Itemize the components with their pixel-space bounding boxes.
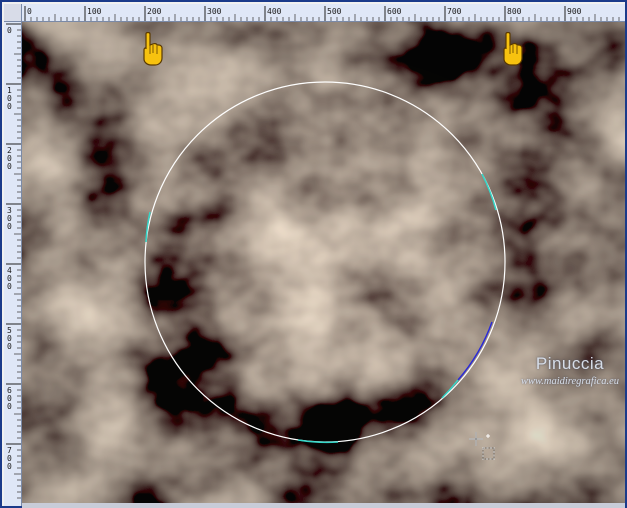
selection-marquee-segment — [145, 211, 151, 243]
selection-marquee-segment — [457, 321, 493, 381]
horizontal-ruler-ticks: 0 100 200 300 400 500 600 700 800 900 — [24, 6, 620, 21]
ruler-label: 0 — [7, 26, 12, 35]
ruler-label: 600 — [387, 7, 402, 16]
ruler-label: 0 — [7, 402, 12, 411]
ruler-label: 800 — [507, 7, 522, 16]
selection-marquee-segment — [481, 173, 497, 211]
ruler-label: 100 — [87, 7, 102, 16]
ruler-label: 0 — [7, 102, 12, 111]
ruler-label: 900 — [567, 7, 582, 16]
ruler-label: 0 — [7, 342, 12, 351]
vertical-ruler[interactable]: 0100200300400500600700 — [4, 22, 22, 506]
image-window: 0 100 200 300 400 500 600 700 800 900 0 100 200 300 4… — [0, 0, 627, 508]
selection-marquee-segment — [297, 439, 339, 444]
ruler-label: 500 — [327, 7, 342, 16]
horizontal-ruler[interactable]: 0 100 200 300 400 500 600 700 800 900 — [22, 4, 625, 22]
watermark-name: Pinuccia — [535, 354, 605, 373]
ruler-label: 400 — [267, 7, 282, 16]
ruler-label: 700 — [447, 7, 462, 16]
ruler-label: 0 — [7, 162, 12, 171]
selection-marquee-segment — [441, 379, 459, 399]
ruler-label: 0 — [27, 7, 32, 16]
image-canvas[interactable]: Pinuccia www.maidiregrafica.eu — [22, 22, 625, 503]
canvas-bottom-edge — [22, 503, 625, 508]
ruler-corner — [4, 4, 22, 22]
circle-selection[interactable] — [22, 22, 625, 503]
ruler-label: 0 — [7, 462, 12, 471]
watermark-url: www.maidiregrafica.eu — [521, 376, 619, 387]
ruler-label: 300 — [207, 7, 222, 16]
ruler-label: 200 — [147, 7, 162, 16]
hand-pointer-icon — [500, 32, 526, 66]
ruler-label: 0 — [7, 282, 12, 291]
watermark: Pinuccia www.maidiregrafica.eu — [500, 354, 625, 387]
hand-pointer-icon — [140, 32, 166, 66]
vertical-ruler-ticks: 0100200300400500600700 — [6, 23, 21, 499]
ruler-label: 0 — [7, 222, 12, 231]
move-cursor-icon — [468, 430, 500, 462]
